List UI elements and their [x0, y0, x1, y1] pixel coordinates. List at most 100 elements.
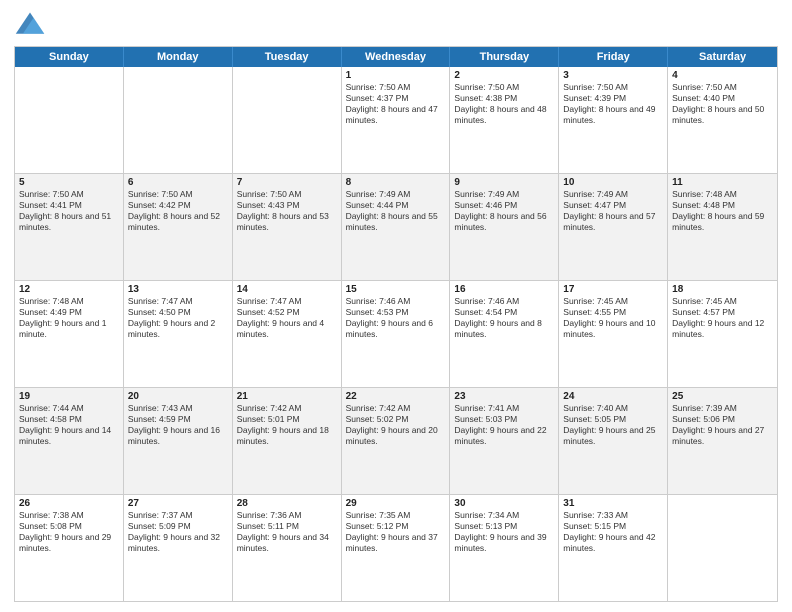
day-number: 31	[563, 498, 663, 509]
day-number: 19	[19, 391, 119, 402]
day-number: 23	[454, 391, 554, 402]
calendar-cell-day-30: 30Sunrise: 7:34 AM Sunset: 5:13 PM Dayli…	[450, 495, 559, 601]
cell-info: Sunrise: 7:35 AM Sunset: 5:12 PM Dayligh…	[346, 510, 446, 554]
cell-info: Sunrise: 7:42 AM Sunset: 5:01 PM Dayligh…	[237, 403, 337, 447]
cell-info: Sunrise: 7:37 AM Sunset: 5:09 PM Dayligh…	[128, 510, 228, 554]
day-number: 29	[346, 498, 446, 509]
day-number: 24	[563, 391, 663, 402]
day-number: 15	[346, 284, 446, 295]
day-number: 6	[128, 177, 228, 188]
calendar-body: 1Sunrise: 7:50 AM Sunset: 4:37 PM Daylig…	[15, 67, 777, 601]
calendar-cell-day-27: 27Sunrise: 7:37 AM Sunset: 5:09 PM Dayli…	[124, 495, 233, 601]
page: SundayMondayTuesdayWednesdayThursdayFrid…	[0, 0, 792, 612]
calendar-cell-day-11: 11Sunrise: 7:48 AM Sunset: 4:48 PM Dayli…	[668, 174, 777, 280]
day-number: 13	[128, 284, 228, 295]
day-number: 11	[672, 177, 773, 188]
calendar-row-2: 5Sunrise: 7:50 AM Sunset: 4:41 PM Daylig…	[15, 173, 777, 280]
calendar-header-row: SundayMondayTuesdayWednesdayThursdayFrid…	[15, 47, 777, 67]
calendar-cell-day-31: 31Sunrise: 7:33 AM Sunset: 5:15 PM Dayli…	[559, 495, 668, 601]
cell-info: Sunrise: 7:50 AM Sunset: 4:43 PM Dayligh…	[237, 189, 337, 233]
header-day-tuesday: Tuesday	[233, 47, 342, 67]
cell-info: Sunrise: 7:45 AM Sunset: 4:55 PM Dayligh…	[563, 296, 663, 340]
calendar: SundayMondayTuesdayWednesdayThursdayFrid…	[14, 46, 778, 602]
day-number: 12	[19, 284, 119, 295]
calendar-cell-day-20: 20Sunrise: 7:43 AM Sunset: 4:59 PM Dayli…	[124, 388, 233, 494]
day-number: 2	[454, 70, 554, 81]
header-day-saturday: Saturday	[668, 47, 777, 67]
calendar-cell-day-28: 28Sunrise: 7:36 AM Sunset: 5:11 PM Dayli…	[233, 495, 342, 601]
calendar-cell-day-25: 25Sunrise: 7:39 AM Sunset: 5:06 PM Dayli…	[668, 388, 777, 494]
calendar-cell-day-26: 26Sunrise: 7:38 AM Sunset: 5:08 PM Dayli…	[15, 495, 124, 601]
day-number: 1	[346, 70, 446, 81]
day-number: 20	[128, 391, 228, 402]
cell-info: Sunrise: 7:47 AM Sunset: 4:52 PM Dayligh…	[237, 296, 337, 340]
logo-icon	[14, 10, 46, 38]
cell-info: Sunrise: 7:38 AM Sunset: 5:08 PM Dayligh…	[19, 510, 119, 554]
calendar-cell-day-19: 19Sunrise: 7:44 AM Sunset: 4:58 PM Dayli…	[15, 388, 124, 494]
calendar-cell-day-14: 14Sunrise: 7:47 AM Sunset: 4:52 PM Dayli…	[233, 281, 342, 387]
day-number: 25	[672, 391, 773, 402]
day-number: 7	[237, 177, 337, 188]
day-number: 14	[237, 284, 337, 295]
cell-info: Sunrise: 7:49 AM Sunset: 4:44 PM Dayligh…	[346, 189, 446, 233]
calendar-cell-day-10: 10Sunrise: 7:49 AM Sunset: 4:47 PM Dayli…	[559, 174, 668, 280]
cell-info: Sunrise: 7:40 AM Sunset: 5:05 PM Dayligh…	[563, 403, 663, 447]
header	[14, 10, 778, 38]
day-number: 26	[19, 498, 119, 509]
day-number: 5	[19, 177, 119, 188]
header-day-sunday: Sunday	[15, 47, 124, 67]
cell-info: Sunrise: 7:50 AM Sunset: 4:39 PM Dayligh…	[563, 82, 663, 126]
day-number: 9	[454, 177, 554, 188]
calendar-cell-day-29: 29Sunrise: 7:35 AM Sunset: 5:12 PM Dayli…	[342, 495, 451, 601]
calendar-cell-day-21: 21Sunrise: 7:42 AM Sunset: 5:01 PM Dayli…	[233, 388, 342, 494]
cell-info: Sunrise: 7:48 AM Sunset: 4:48 PM Dayligh…	[672, 189, 773, 233]
calendar-row-1: 1Sunrise: 7:50 AM Sunset: 4:37 PM Daylig…	[15, 67, 777, 173]
calendar-cell-day-9: 9Sunrise: 7:49 AM Sunset: 4:46 PM Daylig…	[450, 174, 559, 280]
calendar-cell-day-17: 17Sunrise: 7:45 AM Sunset: 4:55 PM Dayli…	[559, 281, 668, 387]
header-day-thursday: Thursday	[450, 47, 559, 67]
calendar-row-3: 12Sunrise: 7:48 AM Sunset: 4:49 PM Dayli…	[15, 280, 777, 387]
calendar-cell-day-1: 1Sunrise: 7:50 AM Sunset: 4:37 PM Daylig…	[342, 67, 451, 173]
cell-info: Sunrise: 7:50 AM Sunset: 4:41 PM Dayligh…	[19, 189, 119, 233]
day-number: 4	[672, 70, 773, 81]
cell-info: Sunrise: 7:45 AM Sunset: 4:57 PM Dayligh…	[672, 296, 773, 340]
calendar-cell-day-13: 13Sunrise: 7:47 AM Sunset: 4:50 PM Dayli…	[124, 281, 233, 387]
cell-info: Sunrise: 7:43 AM Sunset: 4:59 PM Dayligh…	[128, 403, 228, 447]
calendar-cell-empty	[233, 67, 342, 173]
header-day-wednesday: Wednesday	[342, 47, 451, 67]
calendar-cell-day-12: 12Sunrise: 7:48 AM Sunset: 4:49 PM Dayli…	[15, 281, 124, 387]
day-number: 8	[346, 177, 446, 188]
calendar-cell-day-22: 22Sunrise: 7:42 AM Sunset: 5:02 PM Dayli…	[342, 388, 451, 494]
cell-info: Sunrise: 7:50 AM Sunset: 4:37 PM Dayligh…	[346, 82, 446, 126]
cell-info: Sunrise: 7:50 AM Sunset: 4:38 PM Dayligh…	[454, 82, 554, 126]
calendar-cell-day-4: 4Sunrise: 7:50 AM Sunset: 4:40 PM Daylig…	[668, 67, 777, 173]
cell-info: Sunrise: 7:50 AM Sunset: 4:42 PM Dayligh…	[128, 189, 228, 233]
cell-info: Sunrise: 7:47 AM Sunset: 4:50 PM Dayligh…	[128, 296, 228, 340]
day-number: 18	[672, 284, 773, 295]
calendar-cell-day-8: 8Sunrise: 7:49 AM Sunset: 4:44 PM Daylig…	[342, 174, 451, 280]
cell-info: Sunrise: 7:46 AM Sunset: 4:54 PM Dayligh…	[454, 296, 554, 340]
calendar-cell-empty	[15, 67, 124, 173]
calendar-cell-day-16: 16Sunrise: 7:46 AM Sunset: 4:54 PM Dayli…	[450, 281, 559, 387]
calendar-cell-day-18: 18Sunrise: 7:45 AM Sunset: 4:57 PM Dayli…	[668, 281, 777, 387]
cell-info: Sunrise: 7:48 AM Sunset: 4:49 PM Dayligh…	[19, 296, 119, 340]
calendar-cell-day-24: 24Sunrise: 7:40 AM Sunset: 5:05 PM Dayli…	[559, 388, 668, 494]
header-day-monday: Monday	[124, 47, 233, 67]
cell-info: Sunrise: 7:34 AM Sunset: 5:13 PM Dayligh…	[454, 510, 554, 554]
calendar-cell-empty	[668, 495, 777, 601]
calendar-cell-day-6: 6Sunrise: 7:50 AM Sunset: 4:42 PM Daylig…	[124, 174, 233, 280]
logo	[14, 10, 50, 38]
cell-info: Sunrise: 7:33 AM Sunset: 5:15 PM Dayligh…	[563, 510, 663, 554]
day-number: 10	[563, 177, 663, 188]
calendar-cell-day-3: 3Sunrise: 7:50 AM Sunset: 4:39 PM Daylig…	[559, 67, 668, 173]
cell-info: Sunrise: 7:49 AM Sunset: 4:47 PM Dayligh…	[563, 189, 663, 233]
day-number: 16	[454, 284, 554, 295]
calendar-cell-day-23: 23Sunrise: 7:41 AM Sunset: 5:03 PM Dayli…	[450, 388, 559, 494]
cell-info: Sunrise: 7:49 AM Sunset: 4:46 PM Dayligh…	[454, 189, 554, 233]
calendar-cell-day-15: 15Sunrise: 7:46 AM Sunset: 4:53 PM Dayli…	[342, 281, 451, 387]
calendar-row-4: 19Sunrise: 7:44 AM Sunset: 4:58 PM Dayli…	[15, 387, 777, 494]
day-number: 21	[237, 391, 337, 402]
cell-info: Sunrise: 7:46 AM Sunset: 4:53 PM Dayligh…	[346, 296, 446, 340]
calendar-cell-day-5: 5Sunrise: 7:50 AM Sunset: 4:41 PM Daylig…	[15, 174, 124, 280]
cell-info: Sunrise: 7:36 AM Sunset: 5:11 PM Dayligh…	[237, 510, 337, 554]
